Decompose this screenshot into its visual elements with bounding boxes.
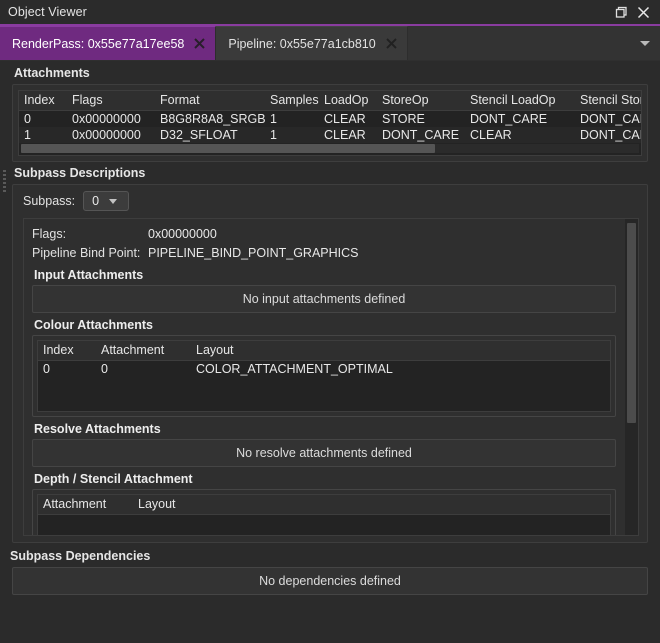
- cell: CLEAR: [319, 110, 377, 127]
- attachments-hscrollbar[interactable]: [21, 144, 639, 153]
- cell: CLEAR: [465, 127, 575, 143]
- col-format[interactable]: Format: [155, 91, 265, 111]
- tab-pipeline-label: Pipeline: 0x55e77a1cb810: [228, 36, 376, 51]
- tab-pipeline-close-icon[interactable]: [385, 37, 398, 50]
- subpass-bindpoint-label: Pipeline Bind Point:: [32, 246, 141, 260]
- tab-renderpass[interactable]: RenderPass: 0x55e77a17ee58: [0, 26, 217, 60]
- col-storeop[interactable]: StoreOp: [377, 91, 465, 111]
- cell: 0: [96, 360, 191, 377]
- subpass-flags-value: 0x00000000: [148, 227, 217, 241]
- window-title: Object Viewer: [8, 5, 87, 19]
- cell: 1: [265, 127, 319, 143]
- depth-stencil-header-row: Attachment Layout: [38, 495, 610, 515]
- input-attachments-heading: Input Attachments: [34, 268, 144, 282]
- cell: 1: [265, 110, 319, 127]
- cell: DONT_CARE: [575, 127, 641, 143]
- subpass-descriptions-title: Subpass Descriptions: [14, 166, 146, 180]
- tab-pipeline[interactable]: Pipeline: 0x55e77a1cb810: [216, 26, 408, 60]
- chevron-down-icon: [109, 198, 118, 204]
- table-row[interactable]: 1 0x00000000 D32_SFLOAT 1 CLEAR DONT_CAR…: [19, 127, 641, 143]
- colour-attachments-frame: Index Attachment Layout 0 0 COLOR_ATTACH…: [32, 335, 616, 417]
- input-attachments-empty: No input attachments defined: [32, 285, 616, 313]
- cell: 0x00000000: [67, 127, 155, 143]
- subpass-detail-scroll-panel: Flags: 0x00000000 Pipeline Bind Point: P…: [23, 218, 639, 536]
- tab-renderpass-close-icon[interactable]: [193, 37, 206, 50]
- splitter-handle[interactable]: [3, 170, 7, 192]
- cell: 0: [38, 360, 96, 377]
- subpass-dependencies-empty: No dependencies defined: [12, 567, 648, 595]
- subpass-detail-content: Flags: 0x00000000 Pipeline Bind Point: P…: [24, 219, 624, 535]
- subpass-dependencies-title: Subpass Dependencies: [10, 549, 151, 563]
- attachments-header-row: Index Flags Format Samples LoadOp StoreO…: [19, 91, 641, 111]
- cell: CLEAR: [319, 127, 377, 143]
- cell: DONT_CARE: [377, 127, 465, 143]
- colour-attachments-table-wrap[interactable]: Index Attachment Layout 0 0 COLOR_ATTACH…: [37, 340, 611, 412]
- col-layout[interactable]: Layout: [133, 495, 610, 515]
- tab-renderpass-label: RenderPass: 0x55e77a17ee58: [12, 36, 185, 51]
- col-stencil-storeop[interactable]: Stencil StoreO: [575, 91, 641, 111]
- cell: DONT_CARE: [575, 110, 641, 127]
- col-loadop[interactable]: LoadOp: [319, 91, 377, 111]
- chevron-down-icon[interactable]: [640, 40, 650, 46]
- subpass-vscrollbar-thumb[interactable]: [627, 223, 636, 423]
- restore-window-icon[interactable]: [610, 1, 632, 23]
- col-layout[interactable]: Layout: [191, 341, 610, 361]
- subpass-selector-label: Subpass:: [23, 194, 76, 208]
- resolve-attachments-heading: Resolve Attachments: [34, 422, 161, 436]
- cell: STORE: [377, 110, 465, 127]
- subpass-flags-label: Flags:: [32, 227, 67, 241]
- subpass-bindpoint-row: Pipeline Bind Point: PIPELINE_BIND_POINT…: [32, 244, 616, 263]
- depth-stencil-attachment-heading: Depth / Stencil Attachment: [34, 472, 193, 486]
- cell: DONT_CARE: [465, 110, 575, 127]
- cell: 0: [19, 110, 67, 127]
- tab-bar: RenderPass: 0x55e77a17ee58 Pipeline: 0x5…: [0, 26, 660, 61]
- col-attachment[interactable]: Attachment: [38, 495, 133, 515]
- resolve-attachments-empty: No resolve attachments defined: [32, 439, 616, 467]
- table-row[interactable]: 0 0 COLOR_ATTACHMENT_OPTIMAL: [38, 360, 610, 377]
- col-stencil-loadop[interactable]: Stencil LoadOp: [465, 91, 575, 111]
- close-icon[interactable]: [632, 1, 654, 23]
- subpass-selector-row: Subpass: 0: [23, 191, 639, 211]
- cell: D32_SFLOAT: [155, 127, 265, 143]
- depth-stencil-table: Attachment Layout: [38, 495, 610, 515]
- col-index[interactable]: Index: [19, 91, 67, 111]
- attachments-table: Index Flags Format Samples LoadOp StoreO…: [19, 91, 641, 143]
- colour-attachments-table: Index Attachment Layout 0 0 COLOR_ATTACH…: [38, 341, 610, 377]
- attachments-group: Index Flags Format Samples LoadOp StoreO…: [12, 84, 648, 162]
- depth-stencil-table-wrap[interactable]: Attachment Layout: [37, 494, 611, 535]
- window-titlebar: Object Viewer: [0, 0, 660, 26]
- subpass-select-value: 0: [92, 194, 100, 208]
- col-flags[interactable]: Flags: [67, 91, 155, 111]
- depth-stencil-frame: Attachment Layout: [32, 489, 616, 535]
- subpass-select[interactable]: 0: [83, 191, 130, 211]
- col-samples[interactable]: Samples: [265, 91, 319, 111]
- attachments-hscrollbar-thumb[interactable]: [21, 144, 436, 153]
- col-attachment[interactable]: Attachment: [96, 341, 191, 361]
- col-index[interactable]: Index: [38, 341, 96, 361]
- tab-bar-filler: [407, 26, 660, 60]
- subpass-descriptions-group: Subpass: 0 Flags: 0x00000000 Pipeline Bi…: [12, 184, 648, 543]
- colour-attachments-header-row: Index Attachment Layout: [38, 341, 610, 361]
- object-viewer-content: Attachments Index Flags Format Samples L…: [0, 62, 660, 643]
- colour-attachments-heading: Colour Attachments: [34, 318, 153, 332]
- cell: COLOR_ATTACHMENT_OPTIMAL: [191, 360, 610, 377]
- cell: 1: [19, 127, 67, 143]
- table-row[interactable]: 0 0x00000000 B8G8R8A8_SRGB 1 CLEAR STORE…: [19, 110, 641, 127]
- subpass-vscrollbar[interactable]: [625, 219, 638, 535]
- subpass-bindpoint-value: PIPELINE_BIND_POINT_GRAPHICS: [148, 246, 359, 260]
- cell: B8G8R8A8_SRGB: [155, 110, 265, 127]
- subpass-flags-row: Flags: 0x00000000: [32, 225, 616, 244]
- cell: 0x00000000: [67, 110, 155, 127]
- attachments-table-wrap[interactable]: Index Flags Format Samples LoadOp StoreO…: [18, 90, 642, 156]
- attachments-title: Attachments: [14, 66, 90, 80]
